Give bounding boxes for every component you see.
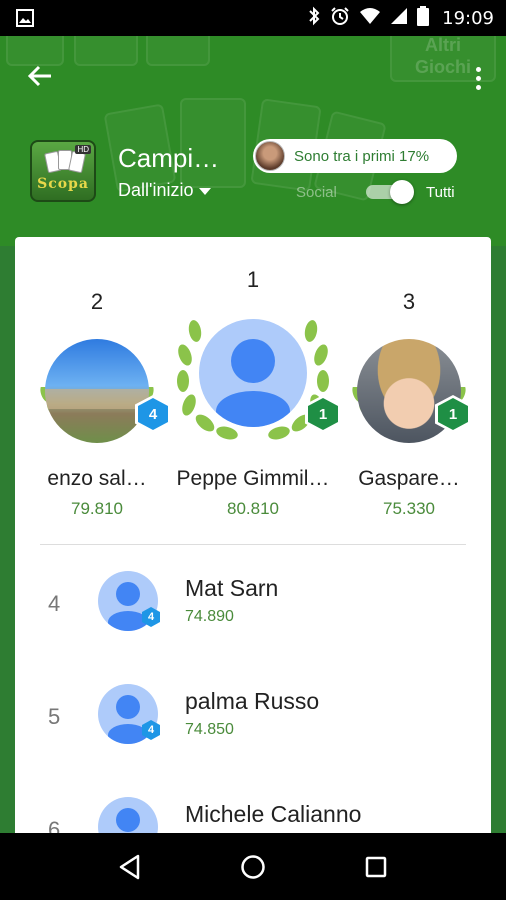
podium-first[interactable]: 1 1 Peppe Gimmil… 80.810 xyxy=(163,237,343,527)
period-label: Dall'inizio xyxy=(118,180,194,200)
home-circle-icon xyxy=(241,854,265,879)
leaderboard-title: Campi… xyxy=(118,143,220,173)
player-name: Peppe Gimmil… xyxy=(176,467,330,490)
podium-place: 2 xyxy=(90,289,104,314)
leaderboard-row[interactable]: 5 4 palma Russo 74.850 xyxy=(15,684,491,796)
default-avatar-icon xyxy=(98,797,158,837)
more-vert-icon xyxy=(475,66,481,72)
system-nav-bar xyxy=(0,833,506,900)
alarm-icon xyxy=(330,6,350,31)
app-icon-label: Scopa xyxy=(37,176,89,192)
podium-place: 3 xyxy=(402,289,416,314)
player-score: 74.890 xyxy=(185,608,234,625)
rank-percentile-text: Sono tra i primi 17% xyxy=(294,147,430,165)
toggle-social-label: Social xyxy=(296,183,337,201)
nav-recents-button[interactable] xyxy=(356,847,396,887)
podium-place: 1 xyxy=(246,267,260,292)
player-score: 74.850 xyxy=(185,721,234,738)
toggle-all-label: Tutti xyxy=(426,183,455,201)
row-position: 5 xyxy=(48,704,61,729)
player-score: 80.810 xyxy=(227,499,279,518)
leaderboard-row[interactable]: 6 4 Michele Calianno xyxy=(15,797,491,837)
signal-icon xyxy=(390,7,408,30)
player-name: palma Russo xyxy=(185,688,320,714)
nav-home-button[interactable] xyxy=(233,847,273,887)
player-name: enzo sal… xyxy=(47,467,147,490)
row-position: 4 xyxy=(48,591,61,616)
leaderboard-row[interactable]: 4 4 Mat Sarn 74.890 xyxy=(15,571,491,683)
podium-second[interactable]: 2 4 enzo sal… 79.810 xyxy=(31,237,171,527)
social-all-toggle-row: Social Tutti xyxy=(296,180,455,204)
social-all-switch[interactable] xyxy=(366,180,414,204)
player-score: 75.330 xyxy=(383,499,435,518)
arrow-back-icon xyxy=(27,65,51,87)
image-icon xyxy=(16,9,34,32)
game-app-icon: HD Scopa xyxy=(30,140,96,202)
dropdown-caret-icon xyxy=(199,188,212,195)
player-name: Michele Calianno xyxy=(185,801,362,827)
player-score: 79.810 xyxy=(71,499,123,518)
recents-square-icon xyxy=(366,856,387,877)
divider xyxy=(40,544,466,545)
clock-time: 19:09 xyxy=(442,7,494,29)
period-dropdown[interactable]: Dall'inizio xyxy=(118,180,212,201)
hd-badge: HD xyxy=(75,145,91,154)
player-name: Gaspare… xyxy=(358,467,460,490)
my-rank-pill[interactable]: Sono tra i primi 17% xyxy=(253,139,457,173)
back-button[interactable] xyxy=(22,58,58,94)
leaderboard-card: 2 4 enzo sal… 79.810 1 1 Peppe Gimmil… 8… xyxy=(15,237,491,837)
podium-third[interactable]: 3 1 Gaspare… 75.330 xyxy=(343,237,475,527)
background-tile xyxy=(74,36,138,66)
wifi-icon xyxy=(359,7,381,30)
default-avatar-icon xyxy=(199,319,307,427)
bluetooth-icon xyxy=(307,6,321,31)
user-avatar xyxy=(255,141,285,171)
switch-thumb xyxy=(390,180,414,204)
player-avatar xyxy=(45,339,149,443)
podium: 2 4 enzo sal… 79.810 1 1 Peppe Gimmil… 8… xyxy=(15,237,491,537)
nav-back-button[interactable] xyxy=(110,847,150,887)
overflow-menu-button[interactable] xyxy=(466,60,490,96)
background-tile xyxy=(146,36,210,66)
battery-icon xyxy=(417,5,430,31)
player-name: Mat Sarn xyxy=(185,575,279,601)
leaderboard-header: Altri Giochi HD Scopa Campi… Dall'inizio… xyxy=(0,36,506,246)
background-tile-label: Altri xyxy=(425,36,461,55)
back-triangle-icon xyxy=(119,854,139,879)
status-bar: 19:09 xyxy=(0,0,506,36)
